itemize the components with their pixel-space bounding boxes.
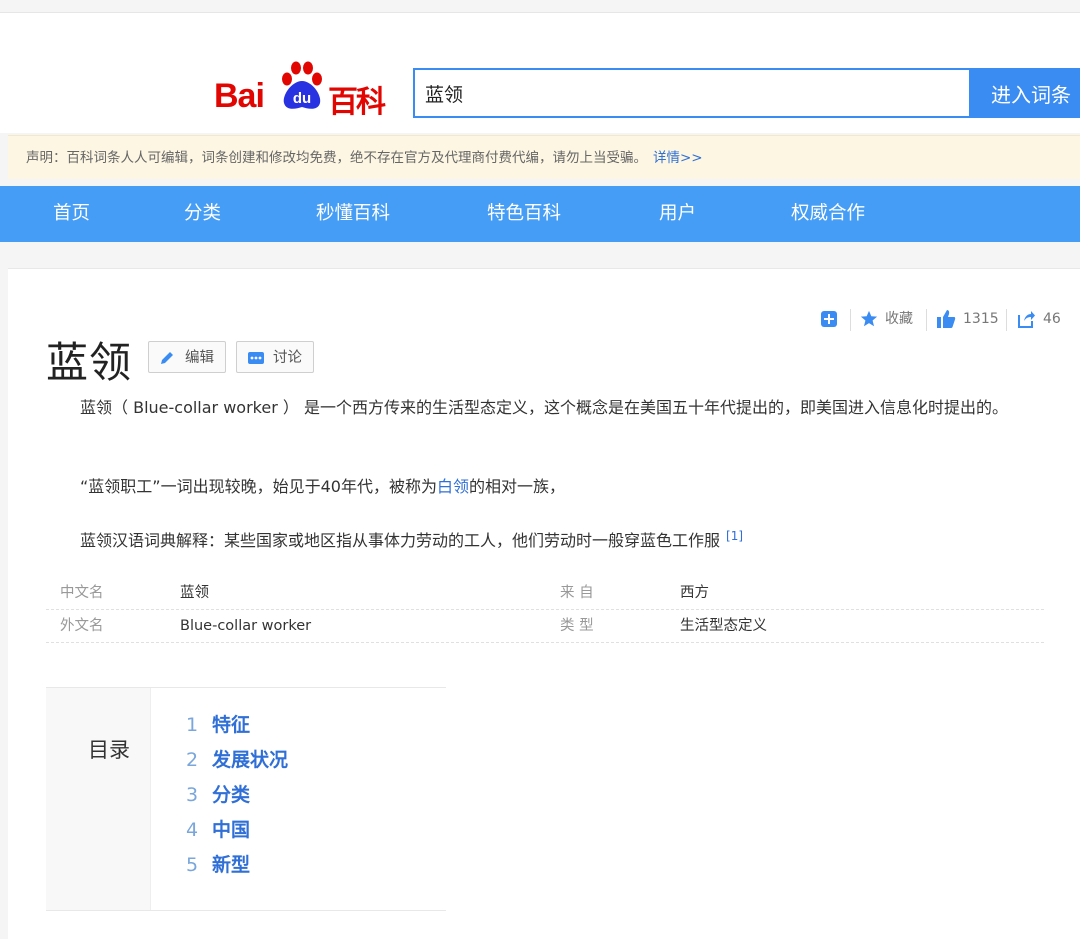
toc-label: 新型 xyxy=(212,854,251,876)
notice-bar: 声明：百科词条人人可编辑，词条创建和修改均免费，绝不存在官方及代理商付费代编，请… xyxy=(8,135,1080,179)
article-panel: 收藏 1315 46 蓝领 编辑 讨论 蓝领（ Blue-collar work… xyxy=(8,268,1080,939)
logo-bai-text: Bai xyxy=(214,77,265,115)
toc-number: 5 xyxy=(186,854,199,876)
toolbar-divider xyxy=(1006,309,1007,331)
header: Bai du 百科 进入词条 xyxy=(0,13,1080,133)
toc-title: 目录 xyxy=(88,738,130,762)
basic-info-table: 中文名 蓝领 来 自 西方 外文名 Blue-collar worker 类 型… xyxy=(46,577,1044,643)
info-value: 西方 xyxy=(680,585,709,601)
search-input[interactable] xyxy=(413,68,971,118)
toc-header: 目录 xyxy=(46,688,151,910)
nav-item-featured[interactable]: 特色百科 xyxy=(487,186,561,242)
paragraph-text: 蓝领汉语词典解释：某些国家或地区指从事体力劳动的工人，他们劳动时一般穿蓝色工作服 xyxy=(80,531,721,550)
info-key: 来 自 xyxy=(560,585,594,601)
info-row: 中文名 蓝领 来 自 西方 xyxy=(46,577,1044,610)
nav-item-quick-baike[interactable]: 秒懂百科 xyxy=(316,186,390,242)
info-key: 外文名 xyxy=(60,618,104,634)
summary-paragraph-3: 蓝领汉语词典解释：某些国家或地区指从事体力劳动的工人，他们劳动时一般穿蓝色工作服… xyxy=(46,521,1046,556)
paragraph-text: 蓝领（ Blue-collar worker ） 是一个西方传来的生活型态定义，… xyxy=(80,398,1008,417)
toc-label: 特征 xyxy=(212,714,251,736)
info-value: 生活型态定义 xyxy=(680,618,767,634)
logo-du-text: du xyxy=(293,90,311,107)
toc-label: 发展状况 xyxy=(212,749,289,771)
info-row: 外文名 Blue-collar worker 类 型 生活型态定义 xyxy=(46,610,1044,643)
nav-item-partners[interactable]: 权威合作 xyxy=(791,186,865,242)
share-count: 46 xyxy=(1043,311,1061,327)
toc-item[interactable]: 3 分类 xyxy=(186,780,250,807)
white-collar-link[interactable]: 白领 xyxy=(437,477,469,496)
main-nav: 首页 分类 秒懂百科 特色百科 用户 权威合作 xyxy=(0,186,1080,242)
paw-logo-icon: du xyxy=(282,61,322,109)
summary-paragraph-1: 蓝领（ Blue-collar worker ） 是一个西方传来的生活型态定义，… xyxy=(46,393,1046,423)
baidu-baike-logo[interactable]: Bai du 百科 xyxy=(214,57,390,120)
nav-item-user[interactable]: 用户 xyxy=(659,186,696,242)
share-icon[interactable] xyxy=(1016,309,1036,329)
notice-details-link[interactable]: 详情>> xyxy=(653,150,703,166)
toc-item[interactable]: 2 发展状况 xyxy=(186,745,288,772)
info-value: Blue-collar worker xyxy=(180,618,312,634)
comment-icon xyxy=(248,352,264,364)
thumbs-up-icon[interactable] xyxy=(936,309,956,329)
discuss-label: 讨论 xyxy=(273,350,302,366)
toc-number: 2 xyxy=(186,749,199,771)
table-of-contents: 目录 1 特征 2 发展状况 3 分类 4 中国 5 新型 xyxy=(46,687,446,911)
star-icon[interactable] xyxy=(860,310,878,328)
nav-item-category[interactable]: 分类 xyxy=(184,186,221,242)
toolbar-divider xyxy=(850,309,851,331)
edit-button[interactable]: 编辑 xyxy=(148,341,226,373)
toc-number: 1 xyxy=(186,714,199,736)
enter-entry-button[interactable]: 进入词条 xyxy=(969,68,1080,118)
toc-label: 分类 xyxy=(212,784,251,806)
like-count: 1315 xyxy=(963,311,999,327)
add-icon[interactable] xyxy=(820,310,838,328)
top-strip xyxy=(0,0,1080,13)
toc-label: 中国 xyxy=(212,819,251,841)
info-value: 蓝领 xyxy=(180,585,209,601)
toc-item[interactable]: 5 新型 xyxy=(186,850,250,877)
article-toolbar: 收藏 1315 46 xyxy=(820,307,1080,331)
logo-baike-text: 百科 xyxy=(328,85,386,120)
notice-text: 声明：百科词条人人可编辑，词条创建和修改均免费，绝不存在官方及代理商付费代编，请… xyxy=(26,150,647,166)
toolbar-divider xyxy=(926,309,927,331)
paragraph-text: 的相对一族， xyxy=(468,477,565,496)
discuss-button[interactable]: 讨论 xyxy=(236,341,314,373)
toc-item[interactable]: 1 特征 xyxy=(186,710,250,737)
nav-item-home[interactable]: 首页 xyxy=(53,186,90,242)
summary-paragraph-2: “蓝领职工”一词出现较晚，始见于40年代，被称为白领的相对一族， xyxy=(46,472,1046,502)
toc-number: 4 xyxy=(186,819,199,841)
toc-number: 3 xyxy=(186,784,199,806)
page-title: 蓝领 xyxy=(46,338,133,387)
paragraph-text: “蓝领职工”一词出现较晚，始见于40年代，被称为 xyxy=(80,477,437,496)
edit-label: 编辑 xyxy=(185,350,214,366)
pencil-icon xyxy=(161,352,173,364)
toc-item[interactable]: 4 中国 xyxy=(186,815,250,842)
reference-link[interactable]: [1] xyxy=(726,529,743,543)
info-key: 中文名 xyxy=(60,585,104,601)
collect-label[interactable]: 收藏 xyxy=(885,307,913,331)
info-key: 类 型 xyxy=(560,618,594,634)
